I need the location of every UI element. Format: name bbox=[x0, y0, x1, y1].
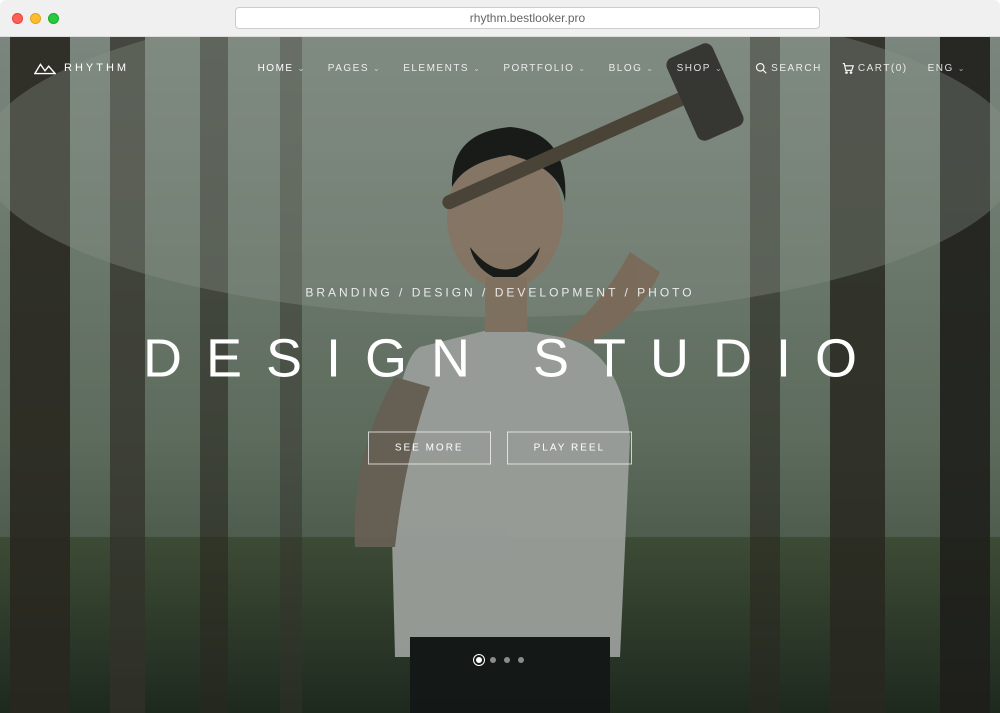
slider-dot[interactable] bbox=[518, 657, 524, 663]
nav-home[interactable]: HOME ⌄ bbox=[258, 63, 306, 74]
nav-portfolio[interactable]: PORTFOLIO ⌄ bbox=[503, 63, 586, 74]
browser-chrome: rhythm.bestlooker.pro bbox=[0, 0, 1000, 37]
play-reel-button[interactable]: PLAY REEL bbox=[507, 432, 633, 465]
nav-label: ELEMENTS bbox=[403, 63, 469, 74]
nav-label: SHOP bbox=[677, 63, 711, 74]
slider-dot[interactable] bbox=[476, 657, 482, 663]
main-nav: HOME⌄ PAGES⌄ ELEMENTS⌄ PORTFOLIO⌄ BLOG⌄ … bbox=[258, 62, 966, 74]
cart-button[interactable]: CART(0) bbox=[842, 62, 908, 74]
minimize-window-icon[interactable] bbox=[30, 13, 41, 24]
chevron-down-icon: ⌄ bbox=[646, 64, 654, 73]
nav-label: BLOG bbox=[609, 63, 643, 74]
slider-pagination bbox=[476, 657, 524, 663]
window-controls bbox=[12, 13, 59, 24]
nav-elements[interactable]: ELEMENTS ⌄ bbox=[403, 63, 481, 74]
brand-name: RHYTHM bbox=[64, 62, 129, 74]
hero-section: BRANDING / DESIGN / DEVELOPMENT / PHOTO … bbox=[0, 286, 1000, 465]
language-selector[interactable]: ENG ⌄ bbox=[928, 63, 966, 74]
maximize-window-icon[interactable] bbox=[48, 13, 59, 24]
nav-shop[interactable]: SHOP ⌄ bbox=[677, 63, 724, 74]
search-button[interactable]: SEARCH bbox=[755, 62, 822, 74]
search-label: SEARCH bbox=[771, 63, 822, 74]
page-viewport: RHYTHM HOME ⌄ PAGES ⌄ ELEMENTS ⌄ PORTFOLIO ⌄… bbox=[0, 37, 1000, 713]
nav-blog[interactable]: BLOG⌄ bbox=[609, 63, 655, 74]
chevron-down-icon: ⌄ bbox=[473, 64, 481, 73]
chevron-down-icon: ⌄ bbox=[298, 64, 306, 73]
lang-label: ENG bbox=[928, 63, 954, 74]
chevron-down-icon: ⌄ bbox=[578, 64, 586, 73]
chevron-down-icon: ⌄ bbox=[958, 64, 966, 73]
slider-dot[interactable] bbox=[504, 657, 510, 663]
logo-icon bbox=[34, 61, 56, 75]
chevron-down-icon: ⌄ bbox=[715, 64, 723, 73]
chevron-down-icon: ⌄ bbox=[373, 64, 381, 73]
site-header: RHYTHM HOME ⌄ PAGES ⌄ ELEMENTS ⌄ PORTFOLIO ⌄… bbox=[0, 37, 1000, 99]
hero-tagline: BRANDING / DESIGN / DEVELOPMENT / PHOTO bbox=[0, 286, 1000, 300]
nav-label: PORTFOLIO bbox=[503, 63, 574, 74]
nav-label: PAGES bbox=[328, 63, 369, 74]
brand[interactable]: RHYTHM bbox=[34, 61, 129, 75]
hero-title: DESIGN STUDIO bbox=[0, 328, 1000, 390]
url-bar[interactable]: rhythm.bestlooker.pro bbox=[235, 7, 820, 29]
cart-label: CART(0) bbox=[858, 63, 908, 74]
cart-icon bbox=[842, 62, 854, 74]
hero-buttons: SEE MORE PLAY REEL bbox=[0, 432, 1000, 465]
search-icon bbox=[755, 62, 767, 74]
nav-pages[interactable]: PAGES ⌄ bbox=[328, 63, 381, 74]
nav-utilities: SEARCH CART(0) ENG ⌄ bbox=[755, 62, 966, 74]
see-more-button[interactable]: SEE MORE bbox=[368, 432, 491, 465]
close-window-icon[interactable] bbox=[12, 13, 23, 24]
slider-dot[interactable] bbox=[490, 657, 496, 663]
nav-label: HOME bbox=[258, 63, 294, 74]
